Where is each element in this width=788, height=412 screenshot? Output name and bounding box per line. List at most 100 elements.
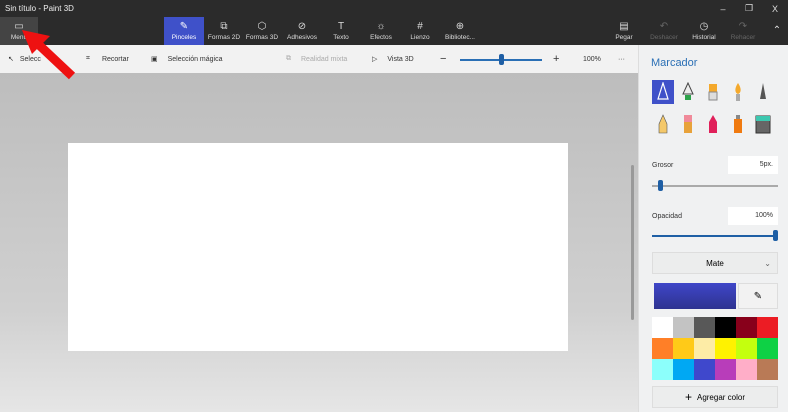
zoom-in-button[interactable]: +	[553, 45, 559, 73]
marker-tool[interactable]	[652, 80, 674, 104]
tab-label: Formas 2D	[207, 33, 241, 41]
eraser-tool[interactable]	[677, 112, 699, 136]
paste-icon: ▤	[619, 20, 629, 32]
tab-adhesivos[interactable]: ⊘ Adhesivos	[282, 17, 322, 45]
finish-dropdown[interactable]: Mate ⌄	[652, 252, 778, 274]
opacity-slider[interactable]	[652, 230, 778, 241]
color-swatch[interactable]	[673, 338, 694, 359]
redo-label: Rehacer	[730, 33, 756, 41]
current-color-swatch[interactable]	[654, 283, 736, 309]
restore-button[interactable]: ❐	[736, 3, 762, 14]
pixel-pen-tool[interactable]	[752, 80, 774, 104]
undo-label: Deshacer	[650, 33, 678, 41]
undo-icon: ↶	[659, 20, 669, 32]
zoom-out-button[interactable]: −	[440, 45, 446, 73]
tab-biblioteca[interactable]: ⊕ Bibliotec...	[441, 17, 479, 45]
tab-label: Texto	[333, 33, 349, 41]
color-swatch[interactable]	[757, 338, 778, 359]
view-3d-icon: ▷	[372, 56, 378, 63]
eyedropper-button[interactable]: ✎	[738, 283, 778, 309]
pencil-tool[interactable]	[652, 112, 674, 136]
pen-icon	[682, 82, 694, 100]
color-swatch[interactable]	[652, 338, 673, 359]
color-swatch[interactable]	[715, 338, 736, 359]
watercolor-tool[interactable]	[727, 80, 749, 104]
fill-tool[interactable]	[752, 112, 774, 136]
color-swatch[interactable]	[673, 317, 694, 338]
tab-texto[interactable]: T Texto	[326, 17, 356, 45]
color-swatch[interactable]	[694, 359, 715, 380]
thickness-slider[interactable]	[652, 180, 778, 191]
color-swatch[interactable]	[757, 317, 778, 338]
more-options-button[interactable]: ···	[618, 45, 625, 73]
drawing-canvas[interactable]	[68, 143, 568, 351]
color-swatch[interactable]	[694, 338, 715, 359]
watercolor-icon	[735, 83, 741, 101]
tab-efectos[interactable]: ☼ Efectos	[364, 17, 398, 45]
window-title: Sin título - Paint 3D	[5, 4, 74, 13]
zoom-slider[interactable]	[460, 54, 542, 65]
menu-button[interactable]: ▭ Menú	[0, 17, 38, 45]
mixed-reality-button[interactable]: ⧉ Realidad mixta	[286, 45, 347, 73]
spray-can-tool[interactable]	[727, 112, 749, 136]
paste-label: Pegar	[615, 33, 633, 41]
view-3d-button[interactable]: ▷ Vista 3D	[372, 45, 414, 73]
brush-panel: Marcador Grosor 5px. Opacidad 100% Mate ⌄…	[638, 45, 788, 412]
calligraphy-pen-tool[interactable]	[677, 80, 699, 104]
thickness-label: Grosor	[652, 162, 674, 169]
cursor-icon: ↖	[8, 56, 14, 63]
color-swatch[interactable]	[673, 359, 694, 380]
close-button[interactable]: X	[762, 4, 788, 14]
tab-label: Efectos	[370, 33, 392, 41]
magic-select-button[interactable]: ▣ Selección mágica	[151, 45, 223, 73]
shapes-2d-icon: ⧉	[220, 20, 228, 32]
color-swatch[interactable]	[757, 359, 778, 380]
zoom-level[interactable]: 100%	[583, 45, 601, 73]
sticker-icon: ⊘	[297, 20, 307, 32]
tab-label: Pinceles	[171, 33, 197, 41]
tab-formas-3d[interactable]: ⬡ Formas 3D	[243, 17, 281, 45]
zoom-slider-thumb[interactable]	[498, 54, 504, 65]
color-swatch[interactable]	[736, 338, 757, 359]
redo-button[interactable]: ↷ Rehacer	[726, 17, 760, 45]
workspace	[0, 73, 638, 412]
tab-lienzo[interactable]: # Lienzo	[405, 17, 435, 45]
select-button[interactable]: ↖ Selecc	[8, 45, 41, 73]
opacity-input[interactable]: 100%	[728, 207, 778, 225]
color-swatch[interactable]	[715, 359, 736, 380]
tab-formas-2d[interactable]: ⧉ Formas 2D	[205, 17, 243, 45]
brush-icon: ✎	[179, 20, 189, 32]
opacity-label: Opacidad	[652, 213, 682, 220]
thickness-input[interactable]: 5px.	[728, 156, 778, 174]
ribbon: ▭ Menú ✎ Pinceles ⧉ Formas 2D ⬡ Formas 3D ⊘ A…	[0, 17, 788, 45]
redo-icon: ↷	[738, 20, 748, 32]
tab-pinceles[interactable]: ✎ Pinceles	[164, 17, 204, 45]
paint-bucket-icon	[755, 115, 771, 134]
color-swatch[interactable]	[736, 317, 757, 338]
opacity-slider-thumb[interactable]	[773, 230, 778, 241]
color-swatch[interactable]	[694, 317, 715, 338]
add-color-button[interactable]: + Agregar color	[652, 386, 778, 408]
crop-icon: ⌗	[86, 55, 90, 62]
sub-toolbar: ↖ Selecc ⌗ Recortar ▣ Selección mágica ⧉ Rea…	[0, 45, 638, 73]
crop-label: Recortar	[101, 55, 129, 63]
color-swatch[interactable]	[736, 359, 757, 380]
tab-label: Bibliotec...	[445, 33, 475, 41]
color-swatch[interactable]	[715, 317, 736, 338]
collapse-ribbon-button[interactable]: ⌃	[768, 17, 786, 45]
mixed-reality-label: Realidad mixta	[301, 55, 348, 63]
oil-brush-tool[interactable]	[702, 80, 724, 104]
crop-button[interactable]: ⌗ Recortar	[86, 45, 129, 73]
thickness-slider-thumb[interactable]	[658, 180, 664, 191]
history-label: Historial	[692, 33, 716, 41]
crayon-tool[interactable]	[702, 112, 724, 136]
paste-button[interactable]: ▤ Pegar	[610, 17, 638, 45]
minimize-button[interactable]: –	[710, 4, 736, 14]
color-palette	[652, 317, 778, 380]
color-swatch[interactable]	[652, 359, 673, 380]
undo-button[interactable]: ↶ Deshacer	[646, 17, 682, 45]
history-button[interactable]: ◷ Historial	[687, 17, 721, 45]
color-swatch[interactable]	[652, 317, 673, 338]
pixel-pen-icon	[760, 83, 766, 99]
vertical-scrollbar[interactable]	[631, 165, 634, 320]
